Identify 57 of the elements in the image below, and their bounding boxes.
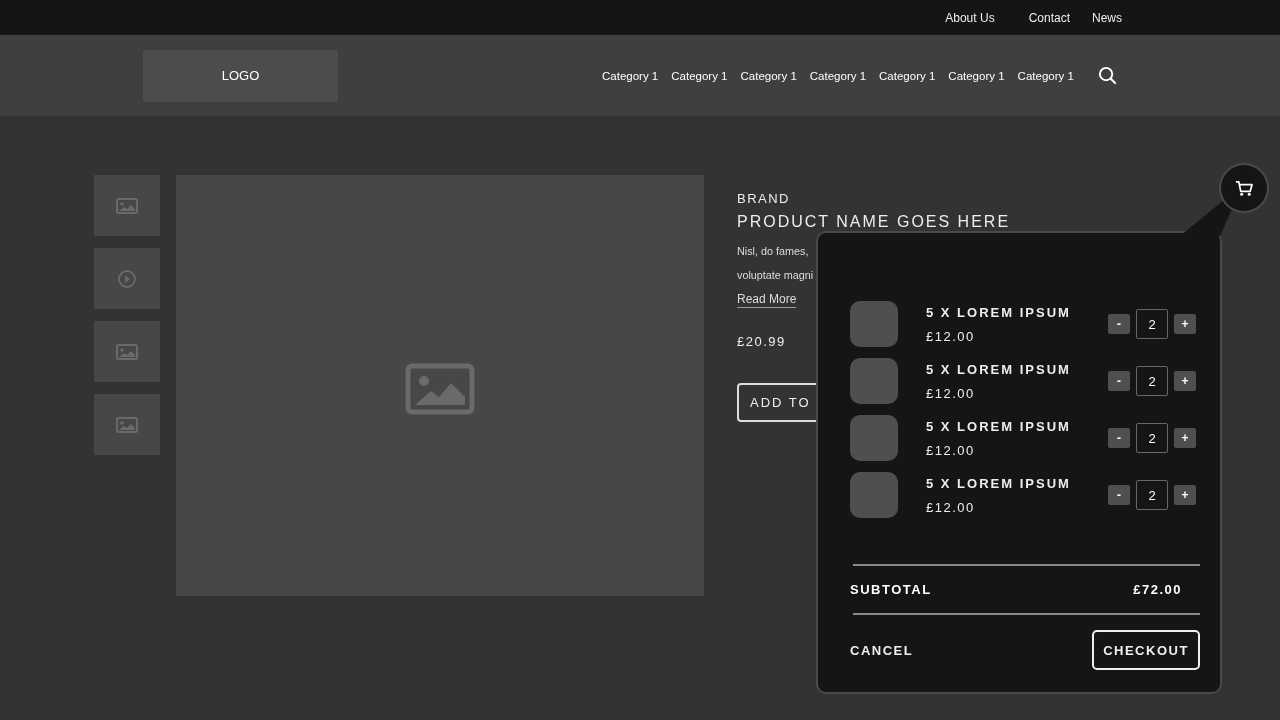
- item-price: £12.00: [926, 385, 976, 401]
- category-link[interactable]: Category 1: [1017, 69, 1074, 82]
- cart-icon: [1234, 179, 1254, 197]
- category-link[interactable]: Category 1: [879, 69, 936, 82]
- checkout-button[interactable]: CHECKOUT: [1092, 630, 1200, 670]
- minus-button[interactable]: -: [1108, 485, 1130, 505]
- image-icon: [115, 196, 139, 215]
- item-name: 5 X LOREM IPSUM: [926, 418, 1072, 434]
- thumbnail[interactable]: [94, 175, 160, 236]
- minus-button[interactable]: -: [1108, 371, 1130, 391]
- description-text: Nisl, do fames,: [737, 245, 809, 257]
- minus-button[interactable]: -: [1108, 428, 1130, 448]
- quantity-field[interactable]: 2: [1136, 480, 1168, 510]
- thumbnail[interactable]: [94, 394, 160, 455]
- nav-link[interactable]: About Us: [945, 10, 995, 25]
- category-link[interactable]: Category 1: [740, 69, 797, 82]
- minus-button[interactable]: -: [1108, 314, 1130, 334]
- category-link[interactable]: Category 1: [948, 69, 1005, 82]
- search-icon[interactable]: [1097, 66, 1117, 85]
- cart-button[interactable]: [1221, 165, 1267, 211]
- item-thumbnail: [850, 415, 898, 461]
- item-thumbnail: [850, 472, 898, 518]
- play-icon: [115, 269, 139, 288]
- image-icon: [405, 362, 475, 415]
- item-thumbnail: [850, 358, 898, 404]
- read-more-link[interactable]: Read More: [737, 292, 797, 308]
- item-price: £12.00: [926, 499, 976, 515]
- plus-button[interactable]: +: [1174, 485, 1196, 505]
- category-link[interactable]: Category 1: [809, 69, 867, 82]
- quantity-field[interactable]: 2: [1136, 366, 1168, 396]
- quantity-field[interactable]: 2: [1136, 423, 1168, 453]
- category-link[interactable]: Category 1: [671, 69, 728, 82]
- nav-link[interactable]: Contact: [1028, 10, 1070, 25]
- logo[interactable]: LOGO: [143, 49, 338, 102]
- thumbnail[interactable]: [94, 248, 160, 309]
- item-thumbnail: [850, 301, 898, 347]
- product-name: PRODUCT NAME GOES HERE: [737, 213, 1011, 231]
- item-name: 5 X LOREM IPSUM: [926, 361, 1072, 377]
- subtotal-value: £72.00: [1133, 582, 1182, 597]
- item-price: £12.00: [926, 442, 976, 458]
- item-name: 5 X LOREM IPSUM: [926, 475, 1072, 491]
- description-text: voluptate magni: [737, 269, 814, 281]
- item-name: 5 X LOREM IPSUM: [926, 304, 1072, 320]
- image-icon: [115, 342, 139, 361]
- nav-link[interactable]: News: [1092, 10, 1122, 25]
- item-price: £12.00: [926, 328, 976, 344]
- cancel-button[interactable]: CANCEL: [850, 642, 914, 658]
- subtotal-label: SUBTOTAL: [850, 582, 932, 597]
- plus-button[interactable]: +: [1174, 314, 1196, 334]
- product-price: £20.99: [737, 334, 786, 349]
- thumbnail[interactable]: [94, 321, 160, 382]
- plus-button[interactable]: +: [1174, 428, 1196, 448]
- category-link[interactable]: Category 1: [602, 69, 659, 82]
- plus-button[interactable]: +: [1174, 371, 1196, 391]
- image-icon: [115, 415, 139, 434]
- brand-label: BRAND: [737, 191, 790, 206]
- quantity-field[interactable]: 2: [1136, 309, 1168, 339]
